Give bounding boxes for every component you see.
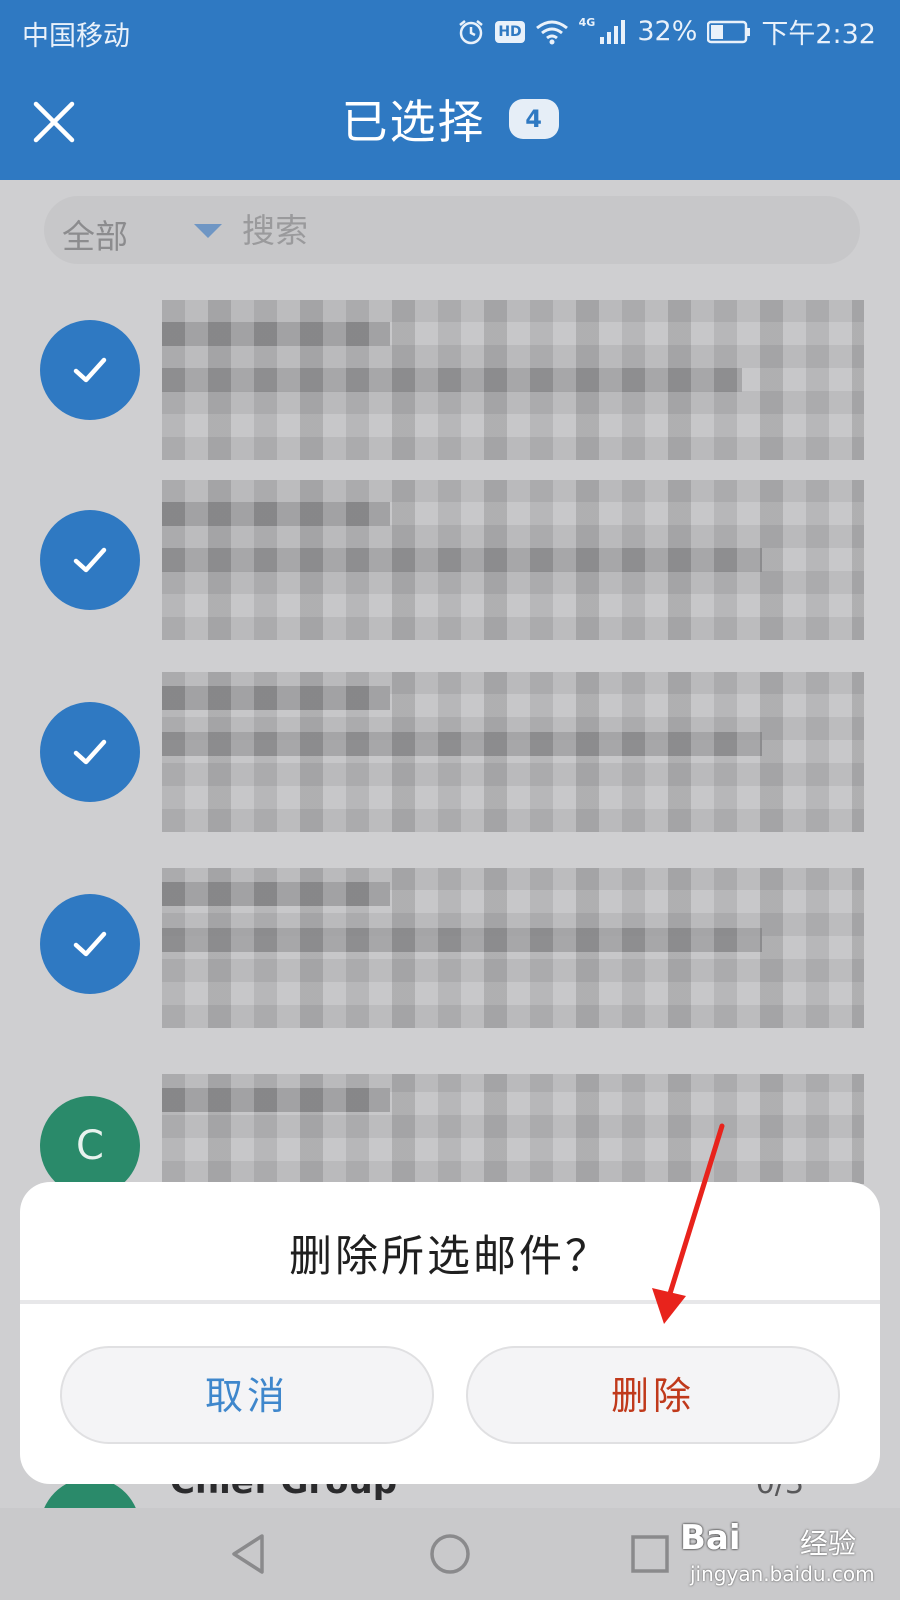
chevron-down-icon[interactable] [194, 224, 222, 238]
pixelated-subject [162, 732, 762, 756]
carrier-name: 中国移动 [22, 21, 130, 52]
check-icon [73, 547, 107, 573]
pixelated-subject [162, 368, 742, 392]
page-title: 已选择 [341, 95, 486, 149]
title-group: 已选择 4 [0, 86, 900, 152]
status-icons: HD 4G 32% 下午2:32 [457, 12, 876, 51]
watermark-cn: 经验 [800, 1527, 857, 1560]
status-bar: 中国移动 HD 4G 32% 下午2:32 [0, 0, 900, 64]
hd-badge: HD [495, 20, 525, 43]
dialog-title: 删除所选邮件？ [289, 1232, 611, 1282]
pixelated-sender [162, 686, 390, 710]
pixelated-subject [162, 928, 762, 952]
wifi-icon [535, 20, 568, 44]
filter-search-bar: 全部 [44, 196, 860, 264]
clock-time: 下午2:32 [761, 19, 876, 50]
selected-checkbox[interactable] [40, 510, 140, 610]
pixelated-sender [162, 502, 390, 526]
selected-count-badge: 4 [508, 99, 559, 139]
watermark-url: jingyan.baidu.com [690, 1562, 875, 1586]
mail-row[interactable] [0, 468, 900, 658]
mail-row[interactable] [0, 852, 900, 1042]
alarm-icon [459, 19, 484, 44]
network-type: 4G [578, 16, 596, 29]
pixelated-subject [162, 548, 762, 572]
back-icon[interactable] [222, 1528, 274, 1580]
sender-avatar: C [40, 1096, 140, 1196]
signal-icon [600, 19, 626, 44]
pixelated-sender [162, 322, 390, 346]
battery-icon [707, 20, 751, 43]
home-icon[interactable] [424, 1528, 476, 1580]
mail-row[interactable] [0, 278, 900, 468]
delete-confirm-dialog: 删除所选邮件？ 取消 删除 [20, 1182, 880, 1484]
selected-checkbox[interactable] [40, 894, 140, 994]
check-icon [73, 739, 107, 765]
battery-percent: 32% [637, 16, 698, 47]
selected-checkbox[interactable] [40, 320, 140, 420]
dialog-divider [20, 1300, 880, 1304]
search-input[interactable] [240, 204, 820, 256]
cancel-button[interactable]: 取消 [60, 1346, 434, 1444]
annotation-arrow-icon [652, 1123, 725, 1324]
check-icon [73, 357, 107, 383]
check-icon [73, 931, 107, 957]
delete-button[interactable]: 删除 [466, 1346, 840, 1444]
folder-filter-dropdown[interactable]: 全部 [62, 210, 128, 258]
selection-title-bar: 已选择 4 [0, 64, 900, 180]
selected-checkbox[interactable] [40, 702, 140, 802]
mail-row[interactable] [0, 660, 900, 850]
watermark-brand: Bai [680, 1518, 741, 1558]
baidu-jingyan-watermark: Bai 经验 jingyan.baidu.com [680, 1518, 890, 1598]
pixelated-sender [162, 882, 390, 906]
pixelated-sender [162, 1088, 390, 1112]
recents-icon[interactable] [624, 1528, 676, 1580]
